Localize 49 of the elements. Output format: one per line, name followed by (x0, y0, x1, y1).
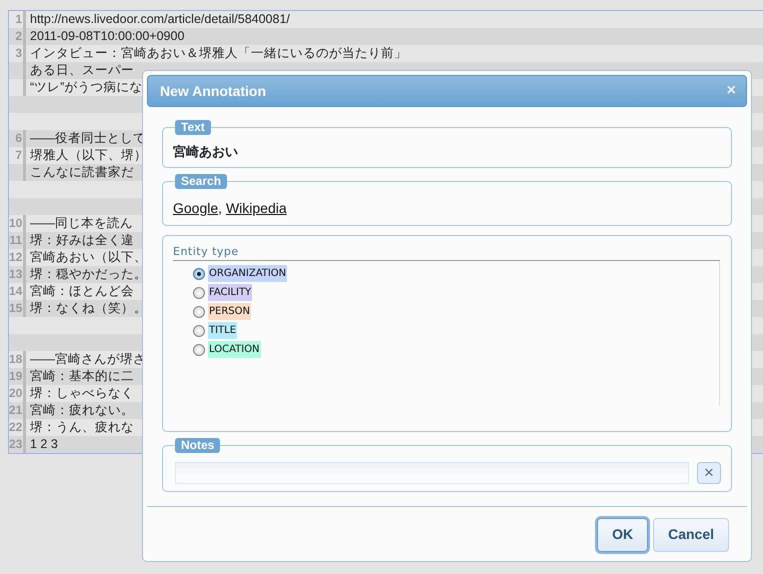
line-text: 宮崎：基本的に二 (29, 368, 134, 385)
entity-label[interactable]: ORGANIZATION (208, 265, 288, 282)
dialog-button[interactable]: OK (597, 518, 648, 552)
line-text: 堺：しゃべらなく (29, 385, 134, 402)
radio-button[interactable] (193, 324, 205, 336)
section-label: Text (175, 120, 211, 135)
dialog-title: New Annotation (160, 82, 266, 100)
search-link[interactable]: Wikipedia (226, 200, 287, 216)
entity-label[interactable]: PERSON (208, 303, 251, 320)
radio-button[interactable] (193, 344, 205, 356)
line-text: 宮崎あおい（以下、 (29, 249, 147, 266)
line-text: 宮崎：ほとんど会 (29, 283, 134, 300)
line-text: http://news.livedoor.com/article/detail/5840081/ (29, 11, 290, 28)
line-text: こんなに読書家だ (29, 164, 134, 181)
line-number: 23 (9, 436, 26, 453)
line-text: 堺：穏やかだった。 (29, 266, 147, 283)
line-text: 1 2 3 (29, 436, 58, 453)
radio-button[interactable] (193, 286, 205, 298)
section-label: Search (175, 174, 228, 188)
annotation-text: 宮崎あおい (172, 143, 239, 161)
radio-button[interactable] (193, 268, 205, 280)
notes-field[interactable] (175, 462, 689, 484)
line-text: 堺雅人（以下、堺） (29, 147, 147, 164)
line-number: 6 (9, 130, 26, 147)
line-text: 2011-09-08T10:00:00+0900 (29, 28, 184, 45)
entity-label[interactable]: LOCATION (208, 341, 261, 358)
line-text: ある日、スーパー (29, 62, 134, 79)
section-label: Notes (175, 438, 220, 452)
line-number: 19 (9, 368, 26, 385)
line-number: 11 (9, 232, 26, 249)
line-number: 13 (9, 266, 26, 283)
line-number: 2 (9, 28, 26, 45)
line-text: ——同じ本を読ん (29, 215, 133, 232)
line-text: 堺：なくね（笑）。 (29, 300, 147, 317)
line-text: インタビュー：宮崎あおい＆堺雅人「一緒にいるのが当たり前」 (29, 45, 407, 62)
field-label: Entity type (173, 244, 720, 261)
line-number: 21 (9, 402, 26, 419)
entity-label[interactable]: TITLE (208, 322, 238, 339)
line-text: 宮崎：疲れない。 (29, 402, 134, 419)
line-text: 堺：好みは全く違 (29, 232, 134, 249)
separator-text: , (218, 200, 224, 216)
entity-label[interactable]: FACILITY (208, 284, 252, 301)
line-number: 15 (9, 300, 26, 317)
radio-button[interactable] (193, 306, 205, 318)
dialog-button[interactable]: Cancel (653, 518, 729, 552)
clear-button[interactable]: × (697, 462, 721, 484)
search-link[interactable]: Google (173, 200, 218, 216)
line-text: “ツレ”がうつ病にな (29, 79, 142, 96)
line-text: 堺：うん、疲れな (29, 419, 134, 436)
